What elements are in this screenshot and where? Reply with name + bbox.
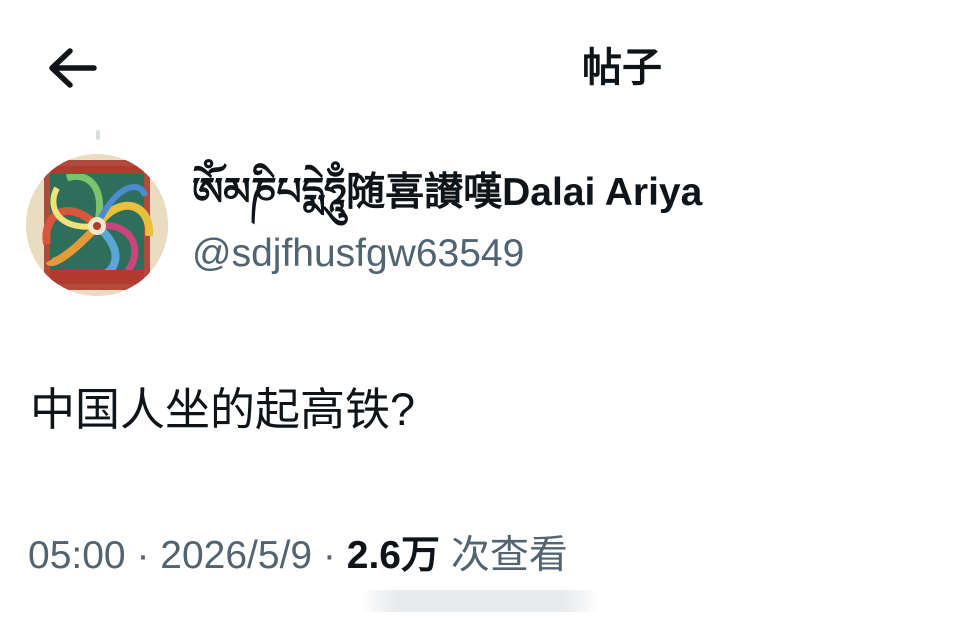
tweet-text: 中国人坐的起高铁? xyxy=(30,384,416,435)
user-handle[interactable]: @sdjfhusfgw63549 xyxy=(192,226,952,282)
tweet-date[interactable]: 2026/5/9 xyxy=(160,534,312,577)
views-label: 次查看 xyxy=(439,534,568,577)
display-name[interactable]: ཨོཾམཎིཔདྨེཧཱུྃ随喜讃嘆Dalai Ariya xyxy=(192,160,952,226)
page-title: 帖子 xyxy=(582,46,662,90)
meta-separator: · xyxy=(125,534,161,577)
tweet-time[interactable]: 05:00 xyxy=(28,534,126,577)
tweet-meta: 05:00 · 2026/5/9 · 2.6万 次查看 xyxy=(28,526,948,586)
watermark-overlay xyxy=(360,590,600,612)
top-bar: 帖子 xyxy=(0,0,964,130)
views-count[interactable]: 2.6万 xyxy=(347,534,440,577)
thread-connector xyxy=(96,130,100,140)
meta-separator: · xyxy=(312,534,347,577)
thangka-avatar xyxy=(26,154,168,296)
avatar[interactable] xyxy=(26,154,168,296)
author-info: ཨོཾམཎིཔདྨེཧཱུྃ随喜讃嘆Dalai Ariya @sdjfhusfg… xyxy=(192,160,952,282)
